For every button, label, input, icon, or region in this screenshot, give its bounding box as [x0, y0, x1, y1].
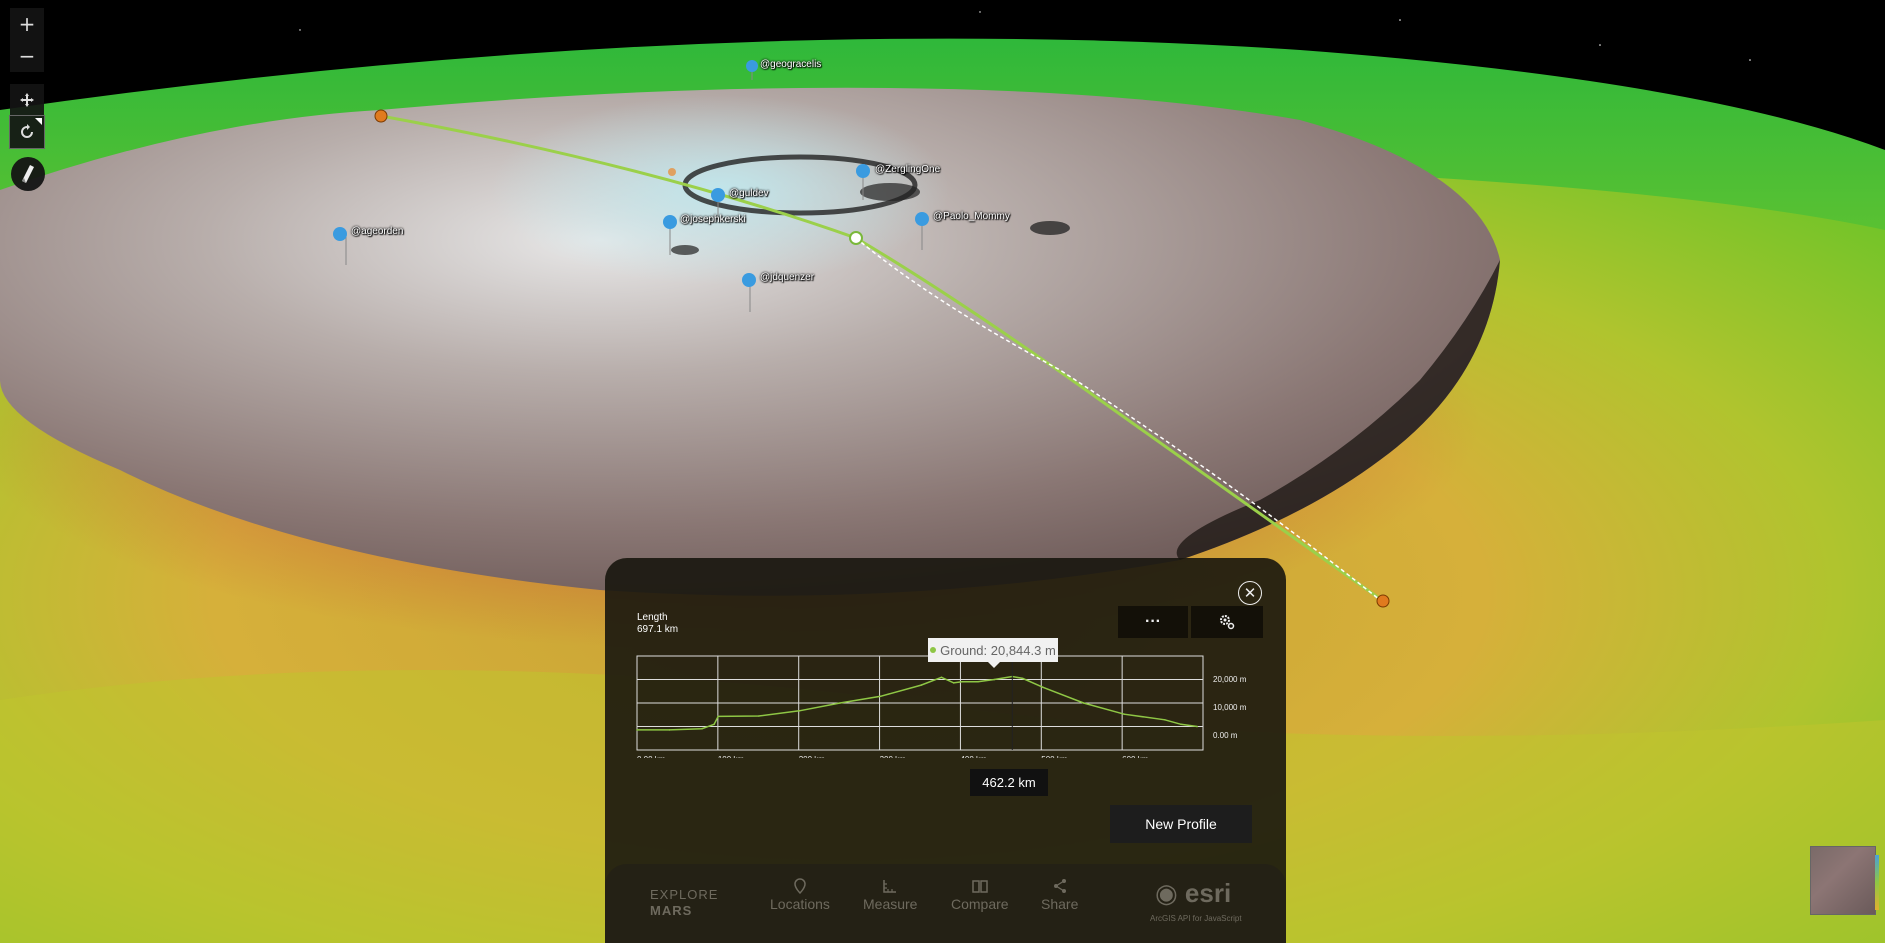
esri-subtitle: ArcGIS API for JavaScript	[1150, 914, 1242, 923]
ground-data-point	[713, 723, 715, 726]
book-icon	[972, 880, 988, 893]
zoom-controls: + −	[10, 8, 44, 72]
tweet-label-geogracelis[interactable]: @geogracelis	[760, 59, 821, 70]
ground-data-point	[993, 678, 996, 681]
ground-tooltip: Ground: 20,844.3 m	[928, 638, 1058, 668]
x-tick-label: 200 km	[799, 755, 826, 758]
nav-share[interactable]: Share	[1041, 876, 1078, 912]
ground-data-point	[1196, 725, 1198, 728]
tweet-label-ageorden[interactable]: @ageorden	[351, 226, 403, 237]
ground-data-point	[1082, 702, 1085, 704]
ground-data-point	[717, 715, 719, 718]
x-tick-label: 100 km	[718, 755, 745, 758]
compass-icon	[22, 165, 34, 183]
esri-logo-text: esri	[1184, 878, 1232, 908]
ruler-icon	[883, 880, 897, 893]
ground-data-point	[1021, 677, 1024, 680]
navigation-mode-controls	[9, 84, 45, 149]
tweet-label-jdquenzer[interactable]: @jdquenzer	[760, 272, 814, 283]
brand-explore: EXPLORE	[650, 887, 719, 902]
minus-icon: −	[18, 44, 36, 68]
ground-data-point	[1164, 719, 1166, 721]
ground-data-point	[798, 710, 801, 712]
pan-button[interactable]	[10, 84, 44, 116]
ground-data-point	[1042, 686, 1044, 689]
x-tick-label: 500 km	[1041, 755, 1068, 758]
y-tick-label: 20,000 m	[1213, 675, 1247, 684]
basemap-thumbnail[interactable]	[1810, 846, 1879, 915]
nav-compare-label: Compare	[951, 896, 1009, 912]
ground-data-point	[879, 695, 882, 698]
tweet-label-zerglingone[interactable]: @ZerglingOne	[875, 164, 940, 175]
nav-measure-label: Measure	[863, 896, 918, 912]
nav-locations-label: Locations	[770, 896, 830, 912]
y-tick-label: 10,000 m	[1213, 703, 1247, 712]
tweet-label-guldev[interactable]: @guldev	[729, 188, 769, 199]
x-tick-label: 400 km	[960, 755, 987, 758]
ground-data-point	[977, 680, 979, 683]
ground-data-point	[701, 727, 703, 730]
tweet-label-josephkerski[interactable]: @josephkerski	[680, 214, 746, 225]
globe-icon: ◉	[1155, 879, 1178, 909]
ground-data-point	[940, 676, 943, 679]
rotate-button[interactable]	[9, 115, 45, 149]
ground-data-point	[636, 729, 638, 731]
x-tick-label: 300 km	[880, 755, 907, 758]
ground-data-point	[668, 729, 671, 731]
nav-compare[interactable]: Compare	[951, 876, 1009, 912]
rotate-icon	[21, 124, 33, 138]
nav-share-label: Share	[1041, 896, 1079, 912]
tweet-label-paolo-mommy[interactable]: @Paolo_Mommy	[933, 211, 1010, 222]
y-tick-label: 0.00 m	[1213, 731, 1238, 740]
app-bar: EXPLORE MARS Locations Measure Compare S…	[605, 864, 1286, 943]
ground-series-dot	[930, 647, 937, 653]
ground-data-point	[839, 702, 841, 704]
ground-data-point	[961, 680, 963, 683]
zoom-out-button[interactable]: −	[10, 40, 44, 72]
x-tick-label: 600 km	[1122, 755, 1149, 758]
zoom-in-button[interactable]: +	[10, 8, 44, 40]
ground-data-point	[758, 715, 760, 717]
ground-data-point	[952, 682, 955, 684]
esri-logo: ◉ esri	[1155, 878, 1231, 909]
compass-button[interactable]	[11, 157, 45, 191]
move-arrows-icon	[20, 93, 34, 107]
ground-tooltip-text: Ground: 20,844.3 m	[940, 642, 1056, 658]
mode-indicator	[35, 118, 42, 125]
x-tick-label: 0.00 km	[637, 755, 666, 758]
ground-data-point	[1123, 713, 1125, 715]
brand-mars: MARS	[650, 903, 693, 918]
nav-locations[interactable]: Locations	[770, 876, 830, 912]
nav-measure[interactable]: Measure	[863, 876, 917, 912]
plus-icon: +	[18, 12, 36, 36]
share-icon	[1053, 879, 1066, 893]
map-pin-icon	[794, 878, 806, 894]
ground-data-point	[1180, 723, 1182, 726]
distance-marker: 462.2 km	[970, 769, 1048, 796]
ground-data-point	[920, 684, 922, 686]
new-profile-button[interactable]: New Profile	[1110, 805, 1252, 843]
